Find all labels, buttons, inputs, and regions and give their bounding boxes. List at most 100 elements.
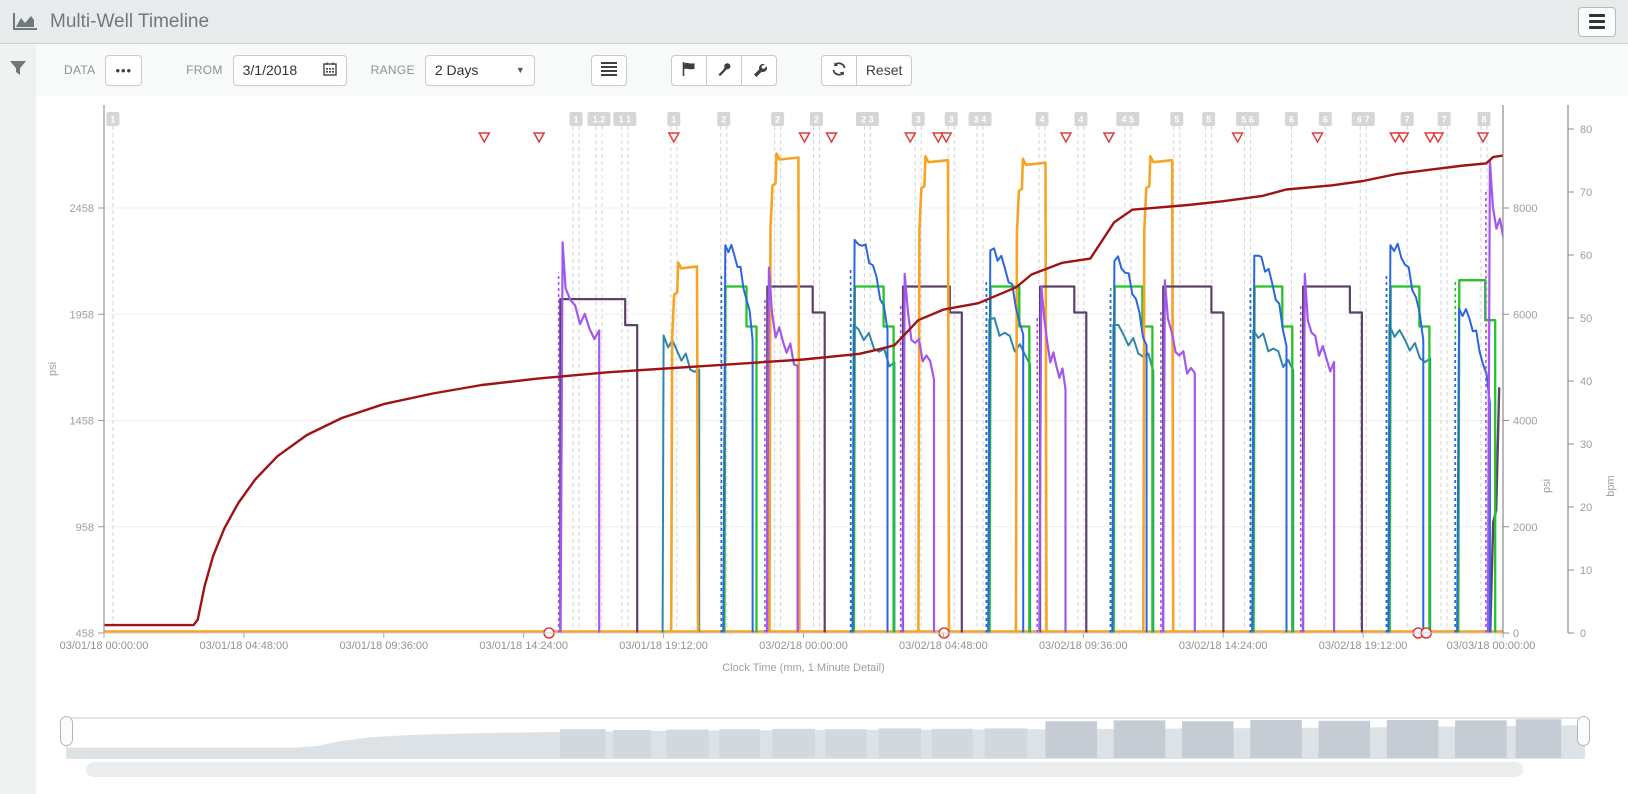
right-bpm-axis-title: bpm xyxy=(1605,475,1617,496)
event-triangle-marker[interactable] xyxy=(941,133,951,142)
event-triangle-marker[interactable] xyxy=(1104,133,1114,142)
stage-marker-label: 1 xyxy=(574,115,579,125)
navigator-left-handle[interactable] xyxy=(60,716,73,746)
series-orange xyxy=(1016,159,1047,633)
navigator-block xyxy=(1250,720,1302,758)
x-tick-label: 03/01/18 09:36:00 xyxy=(339,640,428,652)
navigator-block xyxy=(1387,720,1439,758)
series-blue xyxy=(1388,244,1423,633)
stage-marker-label: 6 7 xyxy=(1357,115,1370,125)
from-date-input[interactable]: 3/1/2018 xyxy=(233,55,347,86)
stage-marker-label: 6 xyxy=(1289,115,1294,125)
navigator-bump xyxy=(666,730,708,758)
navigator xyxy=(36,696,1628,794)
event-triangle-marker[interactable] xyxy=(479,133,489,142)
navigator-scroll-track[interactable] xyxy=(86,762,1523,777)
right-bpm-tick-label: 20 xyxy=(1580,502,1592,514)
range-value: 2 Days xyxy=(435,62,479,78)
stage-marker-label: 1 1 xyxy=(619,115,632,125)
x-tick-label: 03/02/18 00:00:00 xyxy=(759,640,848,652)
flag-icon xyxy=(681,61,696,80)
right-bpm-tick-label: 70 xyxy=(1580,187,1592,199)
calendar-icon[interactable] xyxy=(323,62,337,79)
right-psi-tick-label: 8000 xyxy=(1513,203,1537,215)
area-chart-icon xyxy=(12,11,40,33)
navigator-bump xyxy=(826,729,867,758)
range-select[interactable]: 2 Days ▼ xyxy=(425,55,535,86)
right-psi-axis-title: psi xyxy=(1541,479,1553,493)
legend-list-button[interactable] xyxy=(591,55,627,86)
refresh-icon xyxy=(831,61,847,80)
navigator-block xyxy=(1455,720,1507,758)
eyedropper-button[interactable] xyxy=(706,55,742,86)
refresh-button[interactable] xyxy=(821,55,857,86)
wrench-icon xyxy=(751,61,767,80)
hamburger-menu-button[interactable] xyxy=(1578,7,1616,37)
flag-button[interactable] xyxy=(671,55,707,86)
stage-marker-label: 2 3 xyxy=(861,115,874,125)
stage-marker-label: 6 xyxy=(1323,115,1328,125)
stage-marker-label: 3 4 xyxy=(974,115,987,125)
series-purple xyxy=(1039,287,1065,634)
series-blue xyxy=(1457,309,1490,633)
series-blue xyxy=(723,245,752,633)
right-bpm-tick-label: 50 xyxy=(1580,313,1592,325)
event-triangle-marker[interactable] xyxy=(1061,133,1071,142)
wrench-button[interactable] xyxy=(741,55,777,86)
left-side-strip xyxy=(0,44,36,794)
range-label: RANGE xyxy=(371,63,415,77)
series-purple xyxy=(1163,280,1195,633)
navigator-bump xyxy=(560,729,606,758)
x-tick-label: 03/01/18 14:24:00 xyxy=(479,640,568,652)
main-area: DATA ••• FROM 3/1/2018 RANGE xyxy=(0,44,1628,794)
stage-marker-label: 4 5 xyxy=(1122,115,1135,125)
navigator-right-handle[interactable] xyxy=(1577,716,1590,746)
series-purple xyxy=(561,242,600,633)
stage-marker-label: 1.2 xyxy=(593,115,606,125)
right-bpm-tick-label: 80 xyxy=(1580,124,1592,136)
navigator-block xyxy=(1319,721,1371,758)
data-label: DATA xyxy=(64,63,95,77)
navigator-bump xyxy=(985,728,1027,758)
event-triangle-marker[interactable] xyxy=(799,133,809,142)
series-orange xyxy=(1143,156,1173,633)
stage-marker-label: 5 xyxy=(1174,115,1179,125)
navigator-block xyxy=(1516,719,1562,758)
x-axis-title: Clock Time (mm, 1 Minute Detail) xyxy=(722,662,885,674)
filter-icon[interactable] xyxy=(9,60,27,794)
x-tick-label: 03/02/18 19:12:00 xyxy=(1319,640,1408,652)
right-bpm-tick-label: 40 xyxy=(1580,376,1592,388)
reset-button-label: Reset xyxy=(866,62,903,78)
navigator-overview[interactable] xyxy=(36,696,1628,794)
from-date-value: 3/1/2018 xyxy=(243,62,298,78)
hamburger-icon xyxy=(1589,14,1605,17)
right-psi-tick-label: 2000 xyxy=(1513,522,1537,534)
stage-marker-label: 5 6 xyxy=(1241,115,1254,125)
from-label: FROM xyxy=(186,63,223,77)
event-triangle-marker[interactable] xyxy=(534,133,544,142)
event-triangle-marker[interactable] xyxy=(1312,133,1322,142)
timeline-chart[interactable]: 111.21 112222 3333 4444 5555 6666 777845… xyxy=(36,96,1628,696)
left-psi-axis-title: psi xyxy=(47,362,59,376)
x-tick-label: 03/01/18 19:12:00 xyxy=(619,640,708,652)
right-psi-tick-label: 4000 xyxy=(1513,416,1537,428)
right-psi-tick-label: 6000 xyxy=(1513,309,1537,321)
ellipsis-icon: ••• xyxy=(115,64,132,77)
right-bpm-tick-label: 0 xyxy=(1580,628,1586,640)
series-plum xyxy=(767,287,824,634)
x-tick-label: 03/02/18 04:48:00 xyxy=(899,640,988,652)
reset-button[interactable]: Reset xyxy=(856,55,913,86)
data-menu-button[interactable]: ••• xyxy=(105,55,142,86)
left-psi-tick-label: 1958 xyxy=(70,309,94,321)
list-icon xyxy=(601,62,617,79)
stage-marker-label: 2 xyxy=(814,115,819,125)
event-triangle-marker[interactable] xyxy=(1233,133,1243,142)
x-tick-label: 03/02/18 14:24:00 xyxy=(1179,640,1268,652)
event-triangle-marker[interactable] xyxy=(826,133,836,142)
app-header: Multi-Well Timeline xyxy=(0,0,1628,44)
stage-marker-label: 1 xyxy=(110,115,115,125)
navigator-bump xyxy=(613,730,651,758)
event-triangle-marker[interactable] xyxy=(905,133,915,142)
stage-marker-label: 2 xyxy=(775,115,780,125)
stage-marker-label: 7 xyxy=(1405,115,1410,125)
